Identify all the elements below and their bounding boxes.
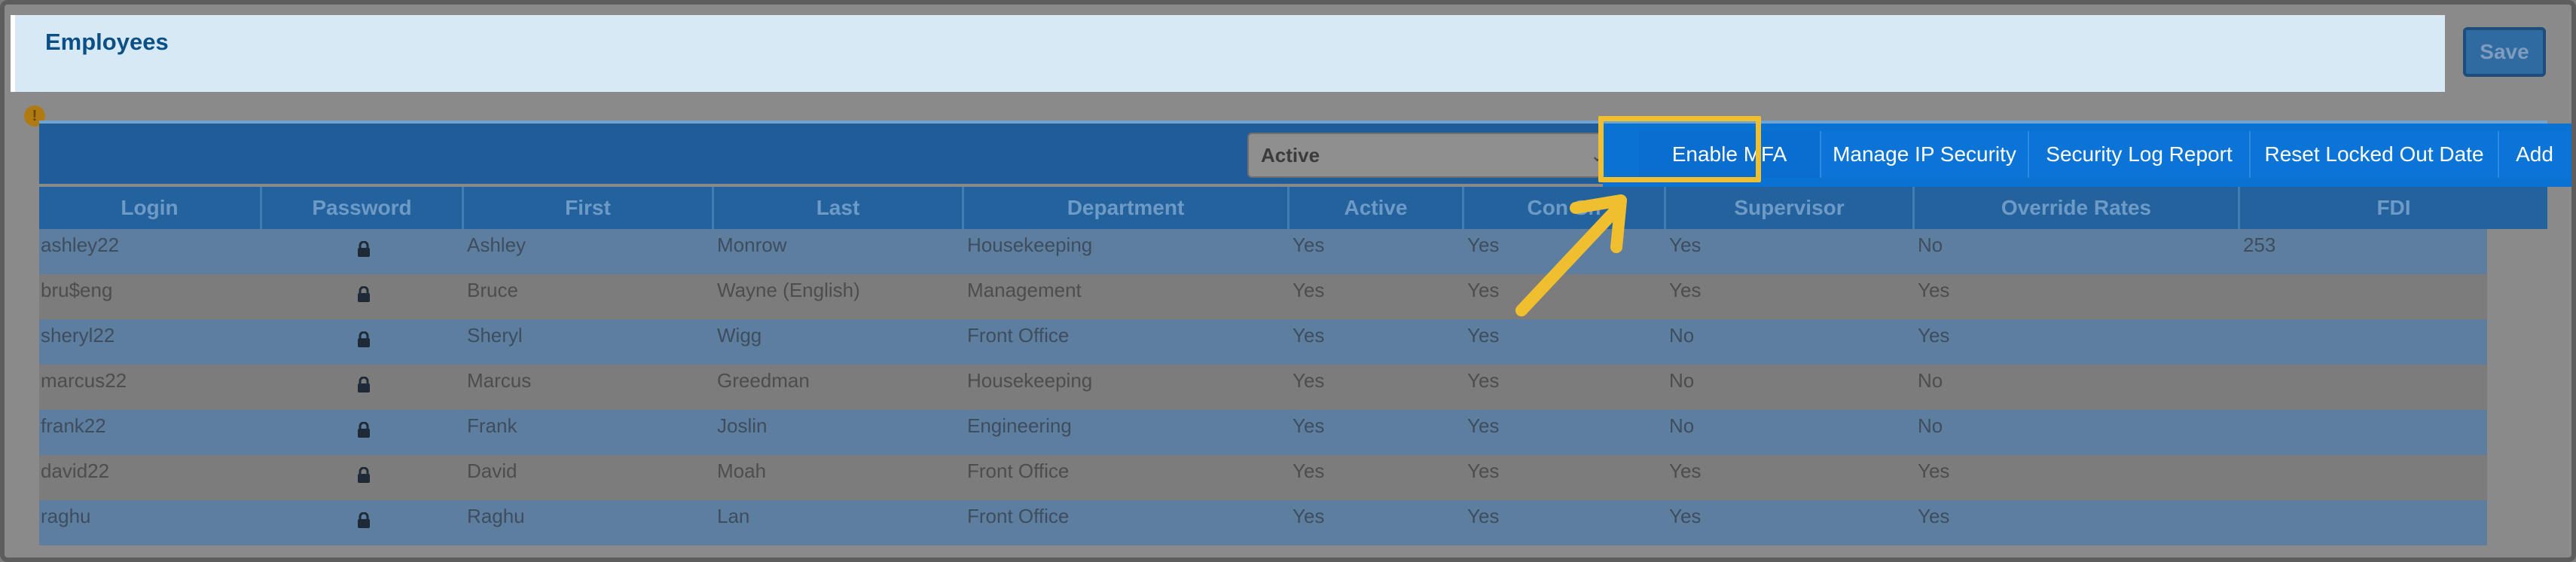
cell-last: Joslin: [717, 414, 768, 437]
manage-ip-security-button[interactable]: Manage IP Security: [1821, 131, 2029, 178]
cell-department: Housekeeping: [967, 369, 1093, 392]
cell-department: Management: [967, 279, 1082, 301]
table-row[interactable]: raghu Raghu Lan Front Office Yes Yes Yes…: [39, 500, 2487, 545]
cell-last: Greedman: [717, 369, 810, 392]
column-header-supervisor[interactable]: Supervisor: [1666, 187, 1915, 229]
cell-override: No: [1918, 369, 1943, 392]
cell-first: Marcus: [467, 369, 532, 392]
cell-supervisor: Yes: [1669, 279, 1702, 301]
cell-first: Ashley: [467, 234, 526, 256]
cell-last: Monrow: [717, 234, 787, 256]
cell-supervisor: No: [1669, 369, 1695, 392]
cell-con: Yes: [1467, 369, 1500, 392]
cell-supervisor: Yes: [1669, 234, 1702, 256]
cell-department: Front Office: [967, 505, 1070, 527]
column-header-override-rates[interactable]: Override Rates: [1915, 187, 2240, 229]
cell-last: Lan: [717, 505, 750, 527]
cell-con: Yes: [1467, 505, 1500, 527]
table-header: Login Password First Last Department Act…: [39, 187, 2547, 229]
lock-icon[interactable]: [356, 377, 372, 393]
cell-override: Yes: [1918, 505, 1950, 527]
cell-supervisor: No: [1669, 324, 1695, 347]
toolbar: Active ⌄ Enable MFA Manage IP Security S…: [39, 121, 2571, 187]
cell-login: frank22: [41, 414, 106, 437]
lock-icon[interactable]: [356, 512, 372, 529]
lock-icon[interactable]: [356, 422, 372, 438]
table-row[interactable]: bru$eng Bruce Wayne (English) Management…: [39, 274, 2487, 319]
cell-login: sheryl22: [41, 324, 115, 347]
cell-first: Sheryl: [467, 324, 523, 347]
cell-login: bru$eng: [41, 279, 113, 301]
status-filter-value: Active: [1261, 143, 1320, 166]
reset-locked-out-date-button[interactable]: Reset Locked Out Date: [2251, 131, 2499, 178]
cell-active: Yes: [1293, 369, 1325, 392]
cell-last: Wayne (English): [717, 279, 860, 301]
highlight-frame: [1598, 116, 1761, 182]
lock-icon[interactable]: [356, 286, 372, 303]
table-row[interactable]: frank22 Frank Joslin Engineering Yes Yes…: [39, 410, 2487, 455]
cell-login: marcus22: [41, 369, 127, 392]
column-header-login[interactable]: Login: [39, 187, 262, 229]
cell-last: Wigg: [717, 324, 762, 347]
cell-login: raghu: [41, 505, 91, 527]
cell-con: Yes: [1467, 234, 1500, 256]
cell-active: Yes: [1293, 234, 1325, 256]
cell-last: Moah: [717, 460, 767, 482]
app-window: Employees Save ! Active ⌄ Enable MFA Man…: [0, 0, 2576, 562]
column-header-last[interactable]: Last: [714, 187, 964, 229]
arrow-icon: [1515, 194, 1627, 316]
cell-override: No: [1918, 414, 1943, 437]
cell-active: Yes: [1293, 505, 1325, 527]
cell-active: Yes: [1293, 324, 1325, 347]
status-filter-select[interactable]: Active ⌄: [1247, 133, 1616, 178]
column-header-fdi[interactable]: FDI: [2240, 187, 2547, 229]
cell-first: Raghu: [467, 505, 525, 527]
cell-con: Yes: [1467, 414, 1500, 437]
cell-active: Yes: [1293, 414, 1325, 437]
cell-override: No: [1918, 234, 1943, 256]
table-row[interactable]: david22 David Moah Front Office Yes Yes …: [39, 455, 2487, 500]
table-row[interactable]: sheryl22 Sheryl Wigg Front Office Yes Ye…: [39, 319, 2487, 365]
cell-supervisor: Yes: [1669, 460, 1702, 482]
column-header-password[interactable]: Password: [262, 187, 464, 229]
page-title: Employees: [45, 29, 169, 55]
cell-supervisor: No: [1669, 414, 1695, 437]
cell-first: David: [467, 460, 517, 482]
cell-active: Yes: [1293, 279, 1325, 301]
cell-override: Yes: [1918, 324, 1950, 347]
employees-table: Login Password First Last Department Act…: [39, 187, 2547, 545]
save-button[interactable]: Save: [2463, 27, 2546, 77]
cell-login: david22: [41, 460, 110, 482]
security-log-report-button[interactable]: Security Log Report: [2029, 131, 2251, 178]
cell-first: Frank: [467, 414, 517, 437]
lock-icon[interactable]: [356, 331, 372, 348]
cell-login: ashley22: [41, 234, 120, 256]
page-header: Employees: [11, 15, 2445, 92]
cell-active: Yes: [1293, 460, 1325, 482]
cell-con: Yes: [1467, 460, 1500, 482]
cell-first: Bruce: [467, 279, 518, 301]
cell-department: Housekeeping: [967, 234, 1093, 256]
add-button[interactable]: Add: [2499, 131, 2570, 178]
cell-department: Engineering: [967, 414, 1072, 437]
cell-department: Front Office: [967, 460, 1070, 482]
column-header-active[interactable]: Active: [1290, 187, 1464, 229]
cell-con: Yes: [1467, 279, 1500, 301]
cell-con: Yes: [1467, 324, 1500, 347]
table-row[interactable]: marcus22 Marcus Greedman Housekeeping Ye…: [39, 365, 2487, 410]
column-header-department[interactable]: Department: [964, 187, 1290, 229]
cell-override: Yes: [1918, 279, 1950, 301]
cell-override: Yes: [1918, 460, 1950, 482]
column-header-first[interactable]: First: [464, 187, 714, 229]
cell-fdi: 253: [2243, 234, 2276, 256]
table-row[interactable]: ashley22 Ashley Monrow Housekeeping Yes …: [39, 229, 2487, 274]
cell-supervisor: Yes: [1669, 505, 1702, 527]
lock-icon[interactable]: [356, 241, 372, 258]
lock-icon[interactable]: [356, 467, 372, 484]
cell-department: Front Office: [967, 324, 1070, 347]
